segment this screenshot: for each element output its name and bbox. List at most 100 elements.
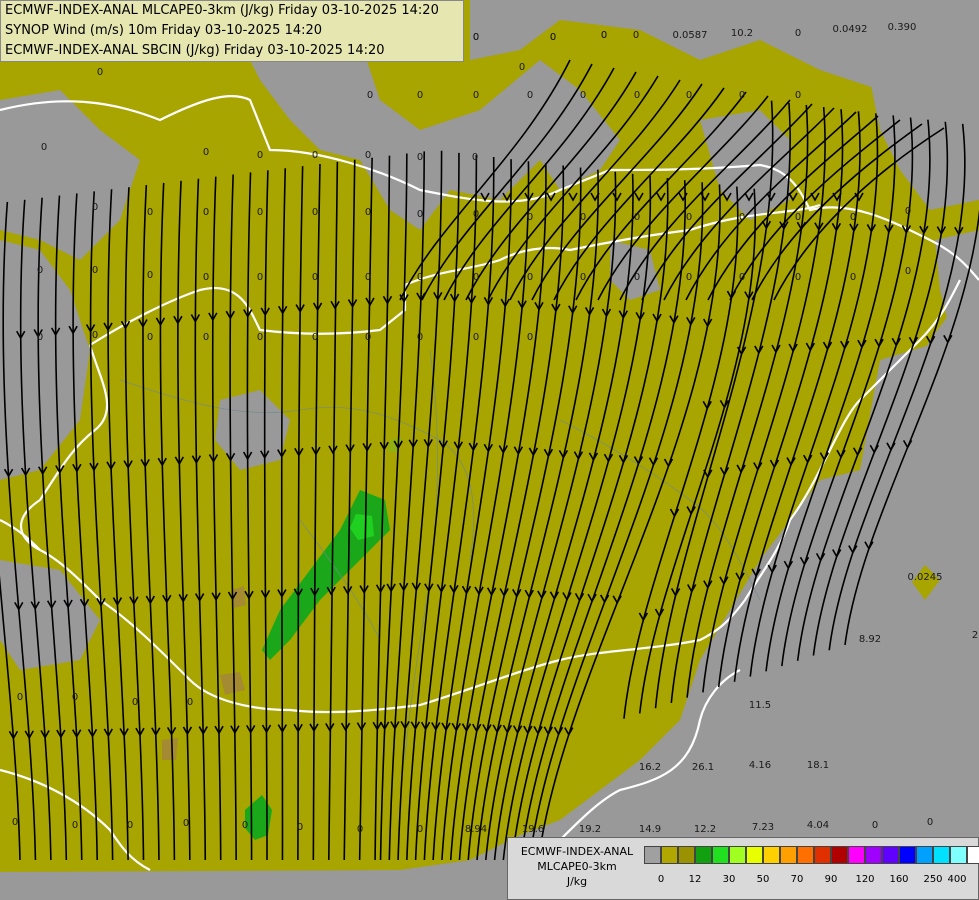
value-label: 0	[17, 692, 23, 703]
value-label: 0	[527, 90, 533, 101]
value-label: 0	[242, 820, 248, 831]
value-label: 0	[634, 272, 640, 283]
legend-swatch	[729, 846, 746, 864]
value-label: 0	[686, 212, 692, 223]
value-label: 0	[580, 90, 586, 101]
legend-swatch	[678, 846, 695, 864]
value-label: 0	[795, 272, 801, 283]
legend-tick-label: 90	[824, 874, 838, 885]
header-line-cape: ECMWF-INDEX-ANAL MLCAPE0-3km (J/kg) Frid…	[5, 3, 439, 18]
map-header: ECMWF-INDEX-ANAL MLCAPE0-3km (J/kg) Frid…	[0, 0, 464, 62]
value-label: 0	[127, 820, 133, 831]
value-label: 0	[312, 272, 318, 283]
legend-title-parameter: MLCAPE0-3km	[537, 860, 617, 873]
value-label: 4.04	[807, 820, 829, 831]
legend-swatch	[712, 846, 729, 864]
value-label: 0	[37, 332, 43, 343]
value-label: 0	[473, 332, 479, 343]
value-label: 0	[633, 30, 639, 41]
value-label: 0	[257, 272, 263, 283]
value-label: 0	[37, 265, 43, 276]
value-label: 0	[257, 332, 263, 343]
value-label: 0	[203, 147, 209, 158]
value-label: 0.0492	[833, 24, 868, 35]
legend-swatch	[746, 846, 763, 864]
value-label: 0	[473, 209, 479, 220]
legend-swatches	[644, 846, 979, 864]
legend-swatch	[814, 846, 831, 864]
value-label: 0	[97, 67, 103, 78]
value-label: 0	[634, 90, 640, 101]
value-label: 0	[367, 90, 373, 101]
value-label: 0	[417, 152, 423, 163]
value-label: 0	[41, 142, 47, 153]
value-label: 0	[580, 212, 586, 223]
legend-swatch	[967, 846, 979, 864]
value-label: 0	[473, 272, 479, 283]
value-label: 0	[417, 332, 423, 343]
legend-swatch	[780, 846, 797, 864]
value-label: 0	[132, 697, 138, 708]
value-label: 0	[365, 332, 371, 343]
value-label: 19.2	[579, 824, 601, 835]
value-label: 0	[72, 692, 78, 703]
value-label: 0	[473, 32, 479, 43]
legend-swatch	[644, 846, 661, 864]
color-legend: ECMWF-INDEX-ANAL MLCAPE0-3km J/kg 0 12 30 5…	[507, 837, 979, 900]
value-label: 0	[850, 212, 856, 223]
value-label: 18.1	[807, 760, 829, 771]
value-label: 0	[92, 265, 98, 276]
value-label: 11.5	[749, 700, 771, 711]
value-label: 0	[795, 28, 801, 39]
value-label: 0	[417, 272, 423, 283]
value-label: 4.16	[749, 760, 771, 771]
value-label: 0	[312, 207, 318, 218]
legend-title-source: ECMWF-INDEX-ANAL	[520, 845, 634, 858]
value-label: 0	[795, 90, 801, 101]
value-label: 0	[147, 270, 153, 281]
weather-map: 0 0 0 000 0 0 0 0 0 00.0587 10.2 0 0.0492 0.39000 0 0 0 0…	[0, 0, 979, 900]
header-line-cin: ECMWF-INDEX-ANAL SBCIN (J/kg) Friday 03-…	[5, 43, 385, 58]
value-label: 0	[203, 272, 209, 283]
legend-swatch	[831, 846, 848, 864]
value-label: 0	[739, 272, 745, 283]
legend-swatch	[882, 846, 899, 864]
value-label: 0	[92, 330, 98, 341]
value-label: 0	[527, 332, 533, 343]
value-label: 0	[365, 272, 371, 283]
value-label: 0	[357, 824, 363, 835]
value-label: 0	[12, 817, 18, 828]
value-label: 0.0245	[908, 572, 943, 583]
value-label: 0	[203, 332, 209, 343]
legend-swatch	[661, 846, 678, 864]
map-canvas: 0 0 0 0 0 0 0 0 0 0 0 0 0.0587 10.2 0 0.0492 0.390 0 0 0 0 0 0…	[0, 0, 979, 900]
value-label: 0	[472, 152, 478, 163]
value-label: 0	[312, 332, 318, 343]
value-label: 0	[550, 32, 556, 43]
value-label: 0	[519, 62, 525, 73]
value-label: 0	[92, 202, 98, 213]
value-label: 0	[312, 150, 318, 161]
legend-title: ECMWF-INDEX-ANAL MLCAPE0-3km J/kg	[512, 844, 642, 889]
legend-swatch	[695, 846, 712, 864]
legend-tick-label: 30	[722, 874, 736, 885]
value-label: 0	[365, 150, 371, 161]
value-label: 0	[927, 817, 933, 828]
legend-swatch	[899, 846, 916, 864]
value-label: 0	[739, 90, 745, 101]
legend-tick-label: 400	[947, 874, 967, 885]
value-label: 0	[417, 824, 423, 835]
value-label: 7.23	[752, 822, 774, 833]
value-label: 0	[850, 272, 856, 283]
value-label: 0	[601, 30, 607, 41]
legend-title-unit: J/kg	[566, 875, 588, 888]
value-label: 0	[187, 697, 193, 708]
legend-swatch	[865, 846, 882, 864]
legend-swatch	[763, 846, 780, 864]
legend-swatch	[933, 846, 950, 864]
value-label: 10.2	[731, 28, 753, 39]
legend-tick-label: 70	[790, 874, 804, 885]
legend-tick-label: 0	[657, 874, 665, 885]
value-label: 19.6	[522, 824, 544, 835]
legend-tick-label: 12	[688, 874, 702, 885]
